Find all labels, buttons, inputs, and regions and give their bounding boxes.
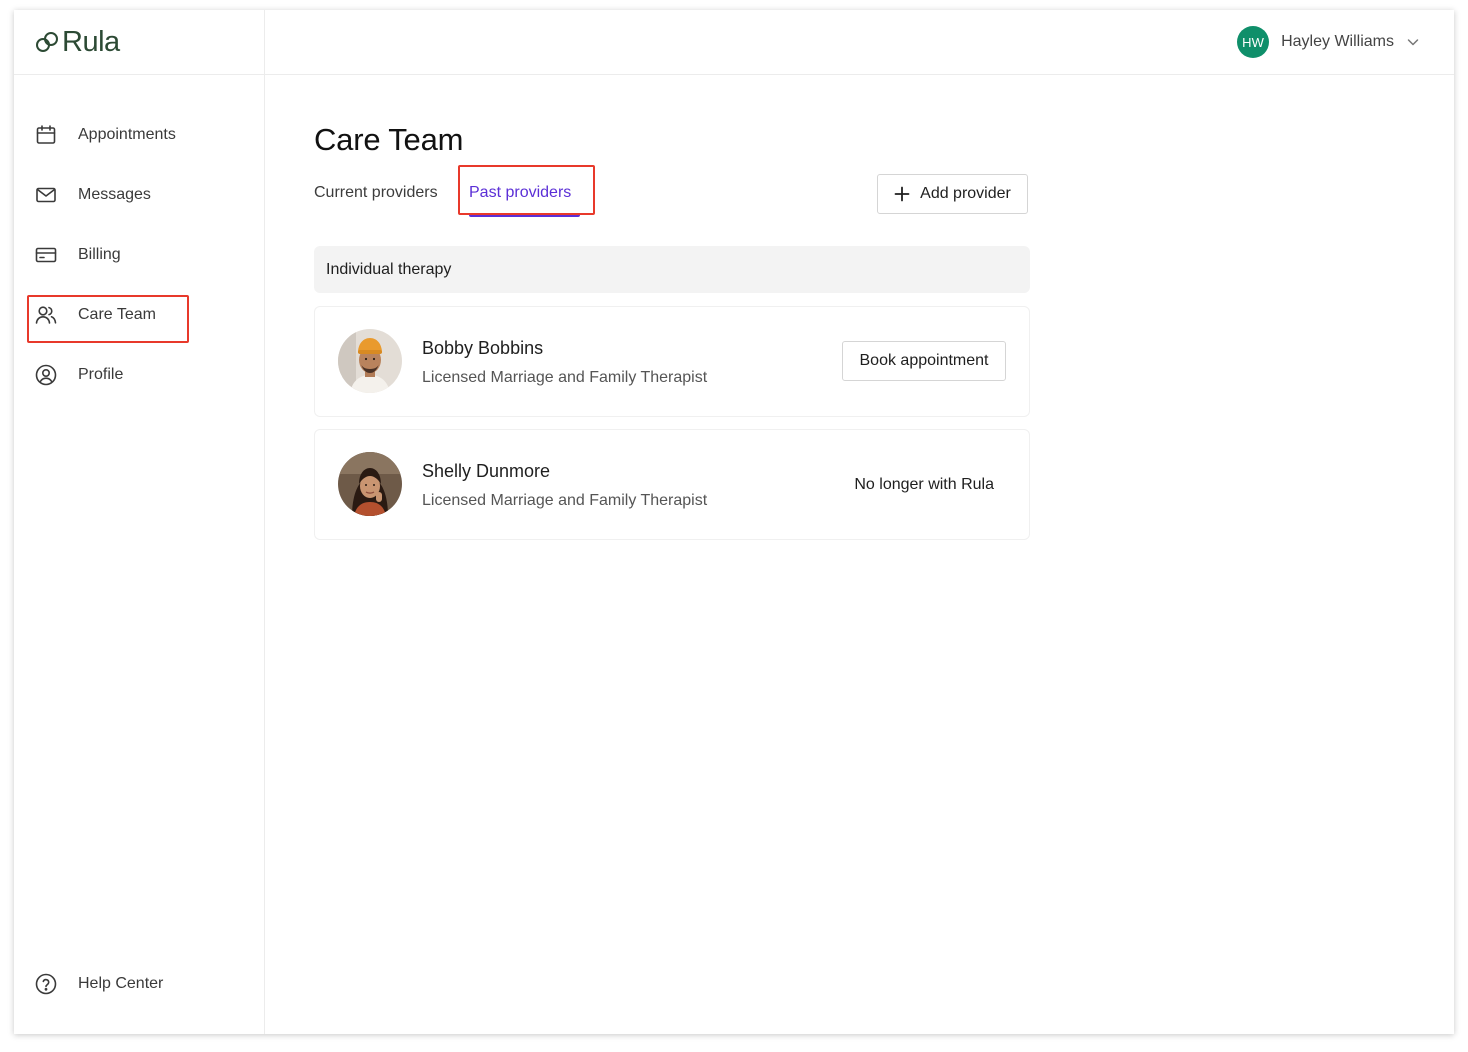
avatar: HW <box>1237 26 1270 58</box>
active-tab-underline <box>469 213 580 217</box>
sidebar-item-label: Messages <box>78 186 151 203</box>
sidebar-item-label: Profile <box>78 366 124 383</box>
provider-card: Bobby Bobbins Licensed Marriage and Fami… <box>314 306 1030 417</box>
sidebar-item-messages[interactable]: Messages <box>14 165 264 225</box>
provider-role: Licensed Marriage and Family Therapist <box>422 369 708 386</box>
provider-avatar <box>338 452 402 516</box>
question-circle-icon <box>34 972 58 996</box>
main-content: Care Team Current providers Past provide… <box>314 122 1030 540</box>
sidebar-item-label: Help Center <box>78 975 164 992</box>
rula-logo[interactable]: Rula <box>34 26 120 59</box>
provider-card: Shelly Dunmore Licensed Marriage and Fam… <box>314 429 1030 540</box>
logo-area: Rula <box>14 10 264 75</box>
sidebar-item-profile[interactable]: Profile <box>14 345 264 405</box>
sidebar-item-label: Care Team <box>78 306 156 323</box>
sidebar-item-appointments[interactable]: Appointments <box>14 105 264 165</box>
add-provider-label: Add provider <box>920 185 1011 202</box>
tab-past-providers[interactable]: Past providers <box>469 184 571 202</box>
envelope-icon <box>34 183 58 207</box>
calendar-icon <box>34 123 58 147</box>
page-title: Care Team <box>314 122 464 157</box>
provider-avatar <box>338 329 402 393</box>
add-provider-button[interactable]: Add provider <box>877 174 1028 214</box>
tab-current-providers[interactable]: Current providers <box>314 184 438 202</box>
book-appointment-button[interactable]: Book appointment <box>842 341 1006 381</box>
sidebar-nav: Appointments Messages Billing Care Team … <box>14 75 264 405</box>
brand-name: Rula <box>62 25 120 58</box>
user-name: Hayley Williams <box>1281 33 1394 50</box>
sidebar-item-billing[interactable]: Billing <box>14 225 264 285</box>
chevron-down-icon <box>1406 35 1420 49</box>
rula-logo-mark-icon <box>36 32 58 52</box>
sidebar-item-help-center[interactable]: Help Center <box>14 954 264 1014</box>
credit-card-icon <box>34 243 58 267</box>
user-menu[interactable]: HW Hayley Williams <box>1237 26 1420 58</box>
provider-role: Licensed Marriage and Family Therapist <box>422 492 708 509</box>
sidebar-item-care-team[interactable]: Care Team <box>14 285 264 345</box>
users-icon <box>34 303 58 327</box>
sidebar-item-label: Billing <box>78 246 121 263</box>
provider-name: Bobby Bobbins <box>422 338 544 358</box>
user-circle-icon <box>34 363 58 387</box>
app-window: Rula Appointments Messages Billing Care … <box>14 10 1454 1034</box>
sidebar: Rula Appointments Messages Billing Care … <box>14 10 265 1034</box>
plus-icon <box>894 186 910 202</box>
provider-tabs: Current providers Past providers Add pro… <box>314 165 1030 240</box>
sidebar-item-label: Appointments <box>78 126 176 143</box>
top-bar: HW Hayley Williams <box>265 10 1454 75</box>
section-header-individual-therapy: Individual therapy <box>314 246 1030 293</box>
provider-status: No longer with Rula <box>854 476 994 493</box>
provider-name: Shelly Dunmore <box>422 461 551 481</box>
